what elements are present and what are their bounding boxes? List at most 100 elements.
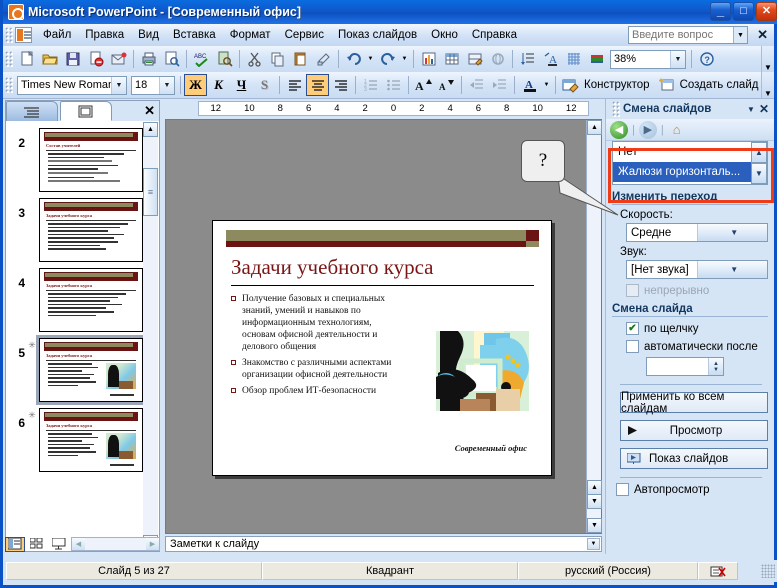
slide-thumbnail[interactable]: Задачи учебного курса bbox=[39, 408, 143, 472]
design-button-label[interactable]: Конструктор bbox=[582, 79, 655, 91]
increase-indent-button[interactable] bbox=[488, 74, 511, 96]
chevron-down-icon[interactable]: ▼ bbox=[733, 27, 747, 43]
decrease-indent-button[interactable] bbox=[465, 74, 488, 96]
thumbnail-row[interactable]: 3 Задачи учебного курса bbox=[7, 192, 145, 262]
design-icon[interactable] bbox=[559, 74, 582, 96]
align-center-button[interactable] bbox=[306, 74, 329, 96]
loop-until-next-checkbox[interactable]: непрерывно bbox=[626, 284, 768, 297]
increase-font-size-button[interactable]: A bbox=[412, 74, 435, 96]
transition-list-scrollbar[interactable]: ▲ ▼ bbox=[751, 142, 767, 184]
transition-option-none[interactable]: Нет bbox=[613, 142, 767, 162]
menu-edit[interactable]: Правка bbox=[78, 26, 131, 44]
outline-tab[interactable] bbox=[6, 101, 58, 121]
thumbnail-row[interactable]: 6 ✳ Задачи учебного курса bbox=[7, 402, 145, 472]
transition-option-selected[interactable]: Жалюзи горизонталь... bbox=[613, 162, 767, 182]
paste-icon[interactable] bbox=[289, 48, 312, 70]
close-panel-button[interactable]: ✕ bbox=[144, 103, 155, 119]
formatting-toolbar-grip[interactable] bbox=[5, 77, 13, 93]
scroll-up-button[interactable]: ▲ bbox=[587, 120, 602, 135]
color-grayscale-icon[interactable] bbox=[585, 48, 608, 70]
close-task-pane-button[interactable]: ✕ bbox=[759, 102, 769, 116]
speed-combo[interactable]: Средне ▼ bbox=[626, 223, 768, 242]
redo-icon[interactable] bbox=[376, 48, 399, 70]
auto-after-time-input[interactable]: ▲ ▼ bbox=[646, 357, 724, 376]
chevron-down-icon[interactable]: ▼ bbox=[696, 224, 767, 241]
slide-clipart[interactable] bbox=[436, 331, 529, 411]
menu-insert[interactable]: Вставка bbox=[166, 26, 223, 44]
scroll-down-button[interactable]: ▼ bbox=[751, 163, 767, 184]
chevron-down-icon[interactable]: ▼ bbox=[159, 76, 174, 94]
underline-button[interactable]: Ч bbox=[230, 74, 253, 96]
show-formatting-icon[interactable]: A bbox=[539, 48, 562, 70]
notes-dropdown-icon[interactable]: ▼ bbox=[587, 538, 600, 550]
slide-thumbnail[interactable]: Задачи учебного курса bbox=[39, 268, 143, 332]
copy-icon[interactable] bbox=[266, 48, 289, 70]
save-icon[interactable] bbox=[61, 48, 84, 70]
current-slide[interactable]: Задачи учебного курса Получение базовых … bbox=[212, 220, 552, 476]
undo-dropdown-icon[interactable]: ▼ bbox=[365, 48, 376, 70]
toolbar-options-icon[interactable]: ▼ bbox=[761, 46, 774, 72]
font-color-dropdown-icon[interactable]: ▼ bbox=[541, 74, 552, 96]
email-icon[interactable] bbox=[107, 48, 130, 70]
new-icon[interactable] bbox=[15, 48, 38, 70]
insert-chart-icon[interactable] bbox=[417, 48, 440, 70]
help-icon[interactable]: ? bbox=[695, 48, 718, 70]
next-slide-button[interactable]: ▼ bbox=[587, 494, 602, 509]
menu-window[interactable]: Окно bbox=[424, 26, 465, 44]
previous-slide-button[interactable]: ▲ bbox=[587, 480, 602, 495]
shadow-button[interactable]: S bbox=[253, 74, 276, 96]
transition-effects-list[interactable]: Нет Жалюзи горизонталь... ▲ ▼ bbox=[612, 141, 768, 185]
ask-a-question-box[interactable]: ▼ bbox=[628, 26, 748, 44]
panel-scrollbar[interactable]: ▲ ▼ bbox=[143, 122, 158, 550]
maximize-button[interactable]: □ bbox=[733, 2, 754, 21]
panel-horizontal-scrollbar[interactable]: ◀ ▶ bbox=[71, 537, 160, 551]
new-slide-icon[interactable] bbox=[655, 74, 678, 96]
apply-to-all-slides-button[interactable]: Применить ко всем слайдам bbox=[620, 391, 768, 415]
align-left-button[interactable] bbox=[283, 74, 306, 96]
format-painter-icon[interactable] bbox=[312, 48, 335, 70]
thumbnail-row[interactable]: 5 ✳ Задачи учебного курса bbox=[7, 332, 145, 405]
minimize-button[interactable]: _ bbox=[710, 2, 731, 21]
forward-icon[interactable]: ▶ bbox=[638, 120, 657, 139]
permission-icon[interactable] bbox=[84, 48, 107, 70]
automatically-after-checkbox[interactable]: автоматически после bbox=[626, 340, 768, 353]
undo-icon[interactable] bbox=[342, 48, 365, 70]
ask-a-question-input[interactable] bbox=[629, 27, 733, 43]
font-name-combo[interactable]: Times New Roman ▼ bbox=[17, 75, 127, 95]
play-button[interactable]: Просмотр bbox=[620, 420, 768, 441]
menu-format[interactable]: Формат bbox=[223, 26, 278, 44]
standard-toolbar-grip[interactable] bbox=[5, 51, 13, 67]
close-document-button[interactable]: ✕ bbox=[757, 27, 768, 43]
font-size-combo[interactable]: 18 ▼ bbox=[131, 75, 175, 95]
align-right-button[interactable] bbox=[329, 74, 352, 96]
scroll-right-button[interactable]: ▶ bbox=[146, 538, 159, 550]
chevron-down-icon[interactable]: ▼ bbox=[670, 50, 685, 68]
menu-help[interactable]: Справка bbox=[465, 26, 524, 44]
chevron-down-icon[interactable]: ▼ bbox=[111, 76, 126, 94]
slide-body[interactable]: Получение базовых и специальных знаний, … bbox=[231, 293, 401, 401]
transition-star-icon[interactable]: ✳ bbox=[25, 408, 39, 421]
italic-button[interactable]: К bbox=[207, 74, 230, 96]
slide-thumbnail-selected[interactable]: Задачи учебного курса bbox=[36, 335, 145, 405]
autopreview-checkbox[interactable]: Автопросмотр bbox=[616, 483, 768, 496]
slide-title[interactable]: Задачи учебного курса bbox=[231, 255, 434, 280]
cut-icon[interactable] bbox=[243, 48, 266, 70]
status-language[interactable]: русский (Россия) bbox=[518, 562, 698, 580]
menu-tools[interactable]: Сервис bbox=[278, 26, 331, 44]
font-color-button[interactable]: A bbox=[518, 74, 541, 96]
scroll-up-button[interactable]: ▲ bbox=[143, 122, 158, 137]
chevron-down-icon[interactable]: ▼ bbox=[696, 261, 767, 278]
thumbnail-row[interactable]: 2 Состав учителей bbox=[7, 122, 145, 192]
thumbnail-row[interactable]: 4 Задачи учебного курса bbox=[7, 262, 145, 332]
expand-all-icon[interactable] bbox=[516, 48, 539, 70]
print-icon[interactable] bbox=[137, 48, 160, 70]
insert-hyperlink-icon[interactable] bbox=[486, 48, 509, 70]
scroll-left-button[interactable]: ◀ bbox=[72, 538, 85, 550]
menu-slideshow[interactable]: Показ слайдов bbox=[331, 26, 424, 44]
normal-view-button[interactable] bbox=[5, 536, 25, 552]
slide-thumbnail[interactable]: Задачи учебного курса bbox=[39, 198, 143, 262]
resize-grip[interactable] bbox=[761, 564, 775, 578]
transition-star-icon[interactable]: ✳ bbox=[25, 338, 39, 351]
slide-thumbnail[interactable]: Состав учителей bbox=[39, 128, 143, 192]
scrollbar-thumb[interactable] bbox=[143, 168, 158, 216]
